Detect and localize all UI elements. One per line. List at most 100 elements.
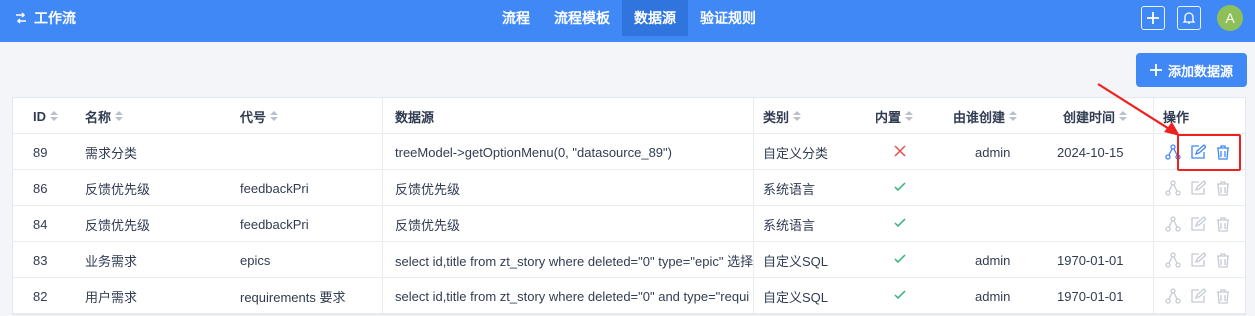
delete-icon[interactable] bbox=[1215, 288, 1231, 304]
edit-icon[interactable] bbox=[1190, 216, 1206, 232]
notifications-button[interactable] bbox=[1177, 6, 1201, 30]
top-actions: A bbox=[1141, 5, 1243, 31]
cell-type: 自定义分类 bbox=[763, 145, 829, 161]
cell-type: 系统语言 bbox=[763, 217, 816, 233]
design-icon[interactable] bbox=[1165, 288, 1181, 304]
create-button[interactable] bbox=[1141, 6, 1165, 30]
cell-creator: admin bbox=[975, 144, 1011, 160]
cell-code: feedbackPri bbox=[240, 216, 309, 232]
table-header: ID 名称 代号 数据源 类别 内置 由谁创建 创建时间 操作 bbox=[13, 98, 1245, 134]
cell-name: 需求分类 bbox=[85, 145, 138, 161]
column-divider bbox=[753, 98, 754, 314]
cell-id: 84 bbox=[33, 216, 48, 232]
nav-tab[interactable]: 验证规则 bbox=[688, 0, 768, 36]
cell-created bbox=[1057, 206, 1153, 242]
cell-source: select id,title from zt_story where dele… bbox=[395, 253, 754, 269]
cell-type: 自定义SQL bbox=[763, 289, 829, 305]
cell-source: treeModel->getOptionMenu(0, "datasource_… bbox=[395, 144, 672, 160]
cell-ops bbox=[1165, 242, 1245, 278]
cell-builtin bbox=[875, 206, 925, 242]
cell-builtin bbox=[875, 170, 925, 206]
cell-type: 自定义SQL bbox=[763, 253, 829, 269]
table-row[interactable]: 89 需求分类 treeModel->getOptionMenu(0, "datas… bbox=[13, 134, 1245, 170]
avatar[interactable]: A bbox=[1217, 5, 1243, 31]
cell-id: 86 bbox=[33, 180, 48, 196]
table-body: 89 需求分类 treeModel->getOptionMenu(0, "datas… bbox=[13, 134, 1245, 314]
app-brand[interactable]: 工作流 bbox=[14, 0, 76, 36]
cell-created bbox=[1057, 170, 1153, 206]
cell-id: 82 bbox=[33, 288, 48, 304]
edit-icon[interactable] bbox=[1190, 252, 1206, 268]
cell-id: 89 bbox=[33, 144, 48, 160]
top-bar: 工作流 流程 流程模板 数据源 验证规则 A bbox=[0, 0, 1255, 42]
table-row[interactable]: 82 用户需求 requirements 要求 select id,title fro… bbox=[13, 278, 1245, 314]
column-divider bbox=[382, 98, 383, 314]
workflow-icon bbox=[16, 12, 26, 24]
nav-tab[interactable]: 数据源 bbox=[622, 0, 688, 36]
plus-icon bbox=[1147, 12, 1159, 24]
table-row[interactable]: 86 反馈优先级 feedbackPri 反馈优先级 系统语言 bbox=[13, 170, 1245, 206]
cell-type: 系统语言 bbox=[763, 181, 816, 197]
cell-code: feedbackPri bbox=[240, 180, 309, 196]
delete-icon[interactable] bbox=[1215, 252, 1231, 268]
delete-icon[interactable] bbox=[1215, 216, 1231, 232]
cell-created: 1970-01-01 bbox=[1057, 252, 1124, 268]
col-name-header[interactable]: 名称 bbox=[85, 98, 235, 134]
cell-created: 1970-01-01 bbox=[1057, 288, 1124, 304]
plus-icon bbox=[1149, 64, 1162, 76]
app-title: 工作流 bbox=[34, 10, 76, 26]
design-icon[interactable] bbox=[1165, 180, 1181, 196]
cell-code: epics bbox=[240, 252, 271, 268]
cell-name: 用户需求 bbox=[85, 289, 138, 305]
table-row[interactable]: 83 业务需求 epics select id,title from zt_story… bbox=[13, 242, 1245, 278]
design-icon[interactable] bbox=[1165, 252, 1181, 268]
cell-creator: admin bbox=[975, 288, 1011, 304]
col-creator-header[interactable]: 由谁创建 bbox=[953, 98, 1053, 134]
cell-builtin bbox=[875, 242, 925, 278]
nav-tab[interactable]: 流程模板 bbox=[542, 0, 622, 36]
cell-id: 83 bbox=[33, 252, 48, 268]
datasource-table: ID 名称 代号 数据源 类别 内置 由谁创建 创建时间 操作 89 需求分类 tr… bbox=[12, 97, 1246, 315]
col-code-header[interactable]: 代号 bbox=[240, 98, 380, 134]
design-icon[interactable] bbox=[1165, 216, 1181, 232]
col-builtin-header[interactable]: 内置 bbox=[875, 98, 945, 134]
sort-icon bbox=[793, 111, 802, 121]
table-row[interactable]: 84 反馈优先级 feedbackPri 反馈优先级 系统语言 bbox=[13, 206, 1245, 242]
sort-icon bbox=[270, 111, 279, 121]
cell-name: 业务需求 bbox=[85, 253, 138, 269]
cell-ops bbox=[1165, 170, 1245, 206]
cell-name: 反馈优先级 bbox=[85, 217, 151, 233]
cell-creator bbox=[963, 170, 1053, 206]
check-icon bbox=[894, 181, 906, 196]
cell-code: requirements 要求 bbox=[240, 289, 346, 305]
cell-builtin bbox=[875, 278, 925, 314]
sort-icon bbox=[905, 111, 914, 121]
check-icon bbox=[894, 289, 906, 304]
cell-source: 反馈优先级 bbox=[395, 181, 461, 197]
annotation-arrow bbox=[1097, 83, 1180, 136]
cell-ops bbox=[1165, 278, 1245, 314]
cell-ops bbox=[1165, 206, 1245, 242]
cell-creator bbox=[963, 206, 1053, 242]
delete-icon[interactable] bbox=[1215, 180, 1231, 196]
nav-tab[interactable]: 流程 bbox=[490, 0, 542, 36]
col-id-header[interactable]: ID bbox=[33, 98, 85, 134]
main-nav: 流程 流程模板 数据源 验证规则 bbox=[490, 0, 768, 36]
sort-icon bbox=[115, 111, 124, 121]
edit-icon[interactable] bbox=[1190, 288, 1206, 304]
col-source-header: 数据源 bbox=[395, 109, 435, 125]
cell-source: 反馈优先级 bbox=[395, 217, 461, 233]
cross-icon bbox=[894, 144, 906, 160]
cell-builtin bbox=[875, 134, 925, 170]
edit-icon[interactable] bbox=[1190, 180, 1206, 196]
add-datasource-label: 添加数据源 bbox=[1167, 63, 1233, 79]
sort-icon bbox=[50, 111, 58, 121]
col-type-header[interactable]: 类别 bbox=[763, 98, 873, 134]
cell-code bbox=[240, 134, 380, 170]
sort-icon bbox=[1009, 111, 1018, 121]
cell-creator: admin bbox=[975, 252, 1011, 268]
check-icon bbox=[894, 217, 906, 232]
cell-name: 反馈优先级 bbox=[85, 181, 151, 197]
check-icon bbox=[894, 253, 906, 268]
bell-icon bbox=[1182, 12, 1196, 24]
